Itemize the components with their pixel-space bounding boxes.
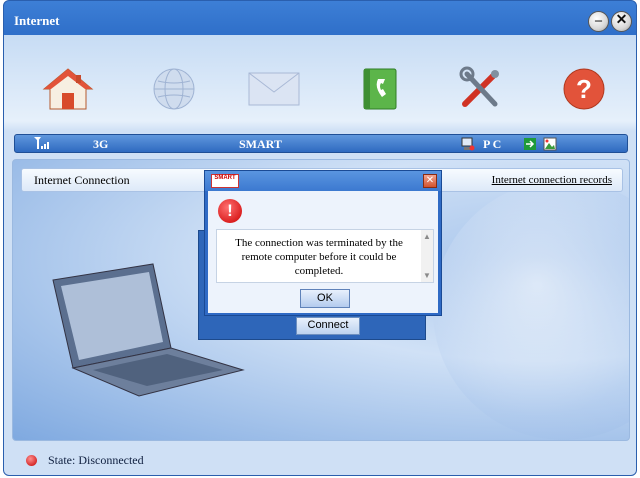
network-type: 3G (93, 137, 109, 151)
scroll-down-icon[interactable]: ▼ (423, 271, 431, 280)
message-scrollbar[interactable]: ▲ ▼ (421, 230, 433, 282)
device-label: P C (483, 137, 502, 151)
dialog-body: ! The connection was terminated by the r… (208, 191, 438, 313)
home-button[interactable] (40, 65, 96, 113)
smart-logo: SMART (211, 174, 239, 188)
dialog-title-bar: SMART ✕ (205, 171, 441, 191)
tools-icon (459, 66, 499, 107)
window-title: Internet (14, 13, 60, 28)
envelope-icon (248, 72, 300, 106)
close-button[interactable]: ✕ (611, 11, 632, 32)
help-icon: ? (563, 68, 605, 110)
image-icon[interactable] (543, 137, 557, 155)
minimize-button[interactable]: – (588, 11, 609, 32)
disconnected-status-icon (26, 455, 37, 466)
ok-button[interactable]: OK (300, 289, 350, 308)
phonebook-icon (363, 68, 397, 110)
main-toolbar: ? (4, 37, 636, 129)
operator-name: SMART (239, 137, 282, 151)
status-footer: State: Disconnected (4, 445, 636, 475)
error-dialog: SMART ✕ ! The connection was terminated … (204, 170, 442, 316)
signal-icon (33, 136, 51, 154)
network-status-bar: 3G SMART P C (14, 134, 628, 153)
message-box: The connection was terminated by the rem… (216, 229, 434, 283)
help-icon-label: ? (576, 74, 592, 104)
globe-icon (153, 68, 195, 110)
connection-state-text: State: Disconnected (48, 453, 144, 467)
error-icon: ! (218, 199, 242, 223)
error-message: The connection was terminated by the rem… (235, 237, 403, 277)
scroll-up-icon[interactable]: ▲ (423, 232, 431, 241)
help-button[interactable]: ? (556, 65, 612, 113)
globe-background (433, 180, 629, 440)
messages-button[interactable] (246, 65, 302, 113)
panel-title: Internet Connection (34, 173, 130, 187)
sim-icon[interactable] (523, 137, 537, 155)
connection-records-link[interactable]: Internet connection records (492, 174, 612, 186)
house-icon (42, 68, 94, 110)
connect-button[interactable]: Connect (296, 317, 360, 335)
pc-icon (461, 137, 475, 155)
internet-button[interactable] (146, 65, 202, 113)
title-bar: Internet – ✕ (4, 1, 636, 37)
phonebook-button[interactable] (352, 65, 408, 113)
settings-button[interactable] (452, 65, 508, 113)
dialog-close-button[interactable]: ✕ (423, 174, 437, 188)
